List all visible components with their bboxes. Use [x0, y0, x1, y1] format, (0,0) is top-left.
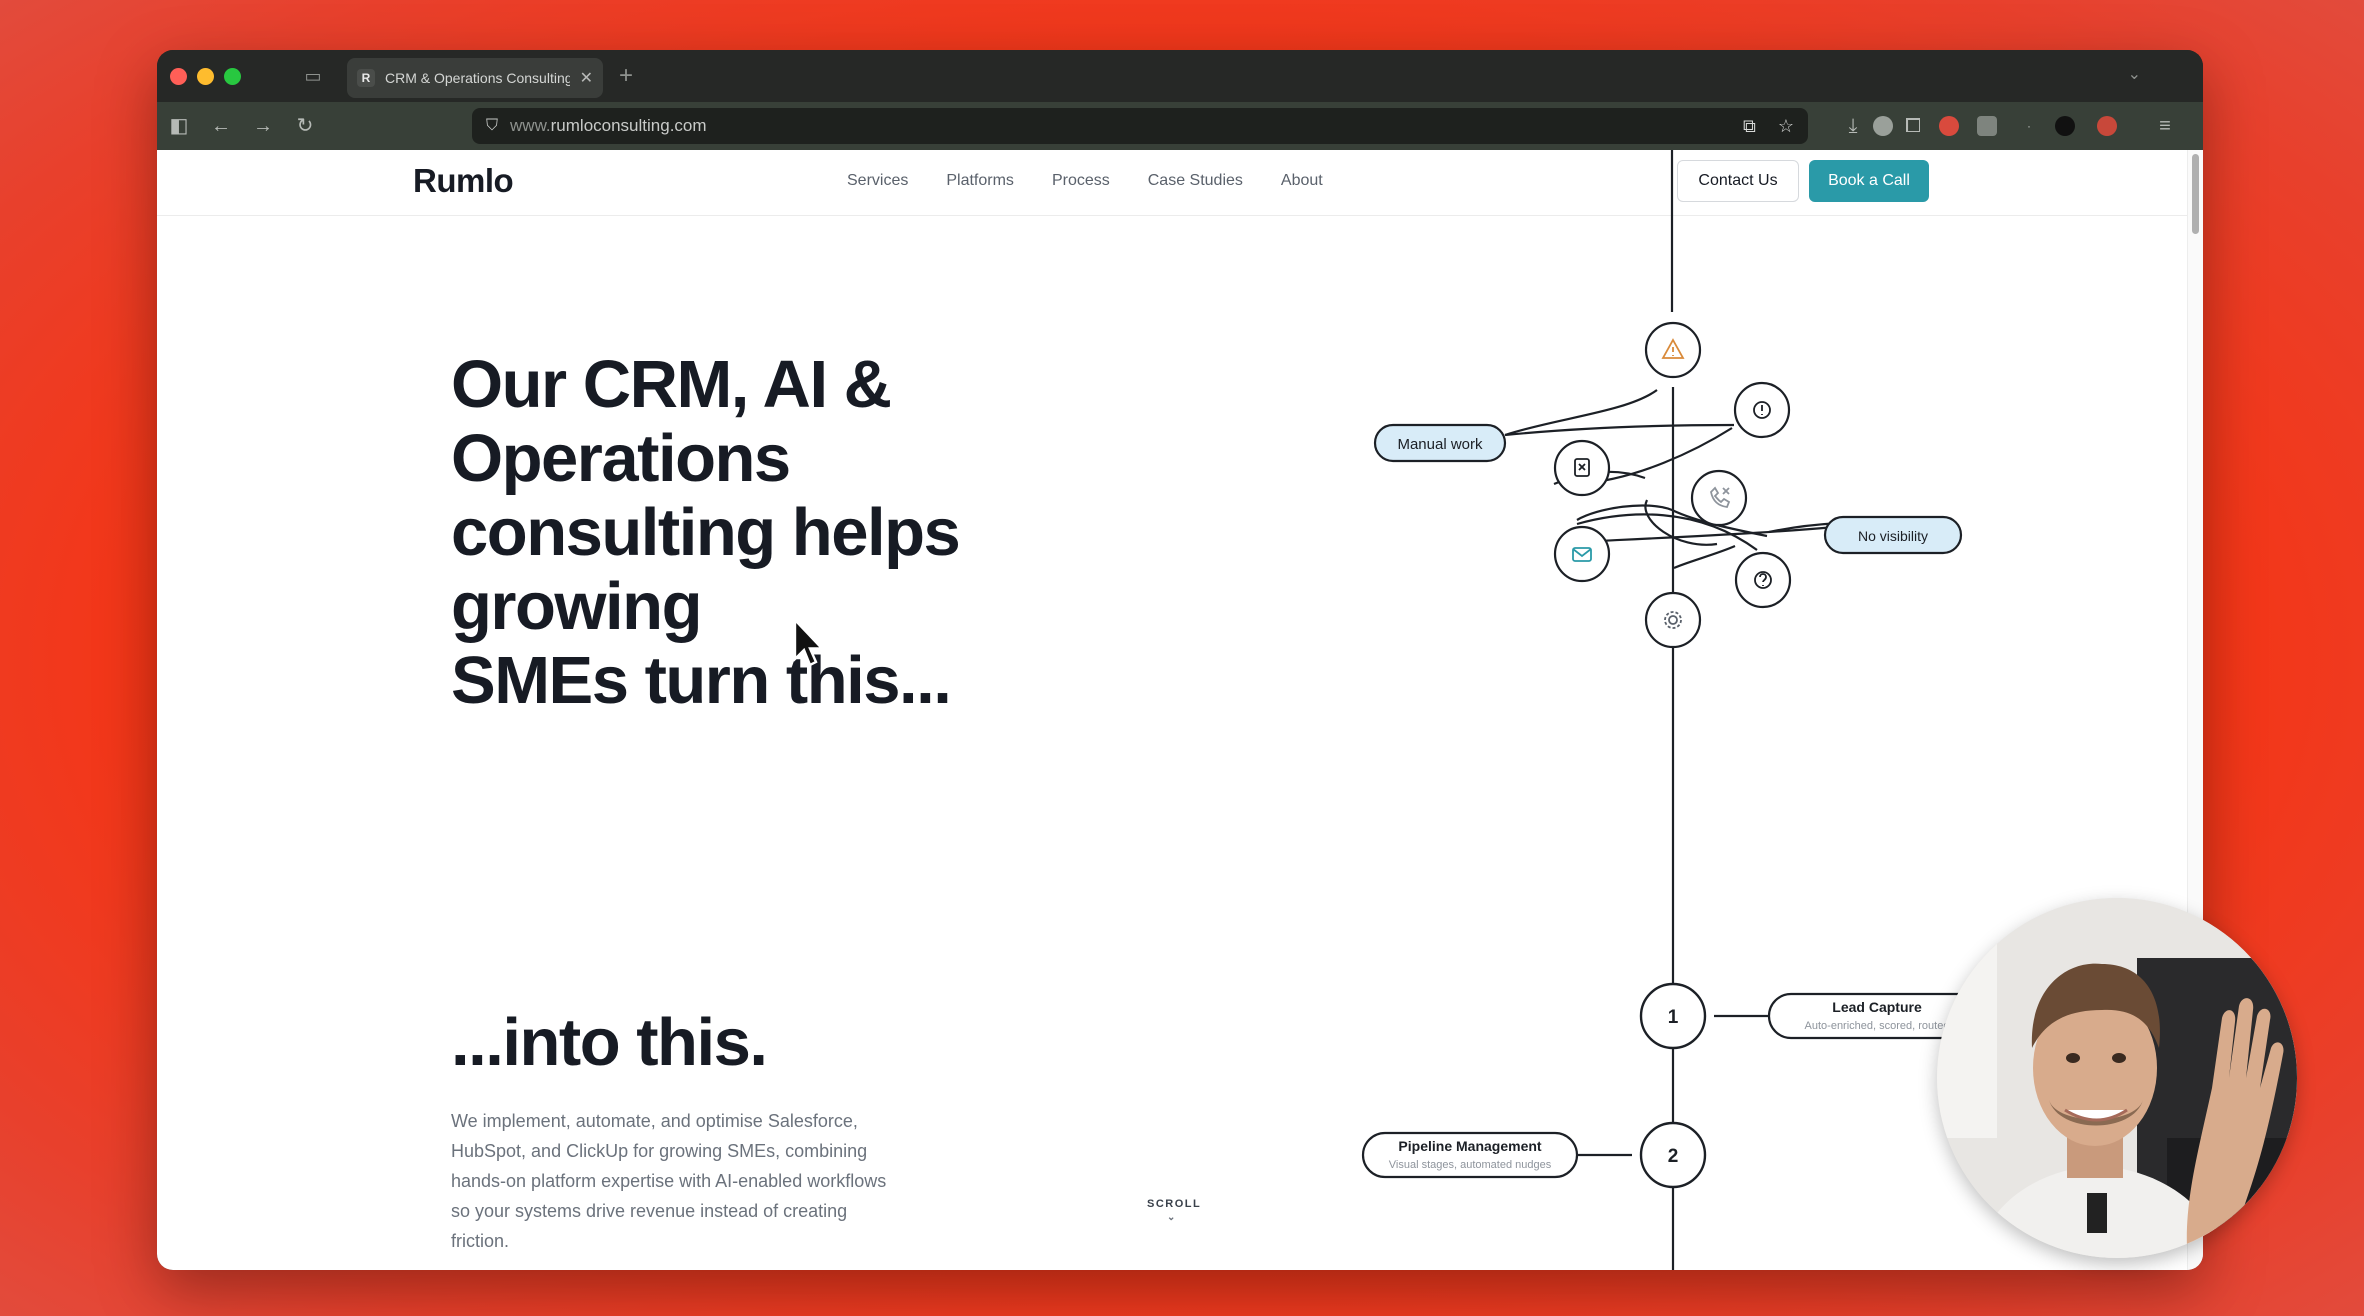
- tag-label: No visibility: [1858, 528, 1928, 544]
- reload-icon[interactable]: ↻: [293, 114, 317, 138]
- tab-overview-icon[interactable]: ▭: [302, 65, 324, 87]
- presenter-webcam: [1937, 898, 2297, 1258]
- step-pipeline-management: 2 Pipeline Management Visual stages, aut…: [1361, 1121, 1707, 1189]
- mail-icon: [1553, 525, 1611, 583]
- web-page: Rumlo Services Platforms Process Case St…: [157, 150, 2203, 1270]
- step-title: Pipeline Management: [1398, 1138, 1541, 1154]
- workflow-diagram: Manual work No visibility 1 Lead Capture…: [1361, 150, 1987, 1270]
- tab-strip: ▭ R CRM & Operations Consulting for ✕ + …: [157, 50, 2203, 102]
- step-subtitle: Auto-enriched, scored, routed: [1805, 1020, 1950, 1032]
- menu-icon[interactable]: ≡: [2153, 114, 2177, 138]
- close-tab-icon[interactable]: ✕: [580, 68, 593, 88]
- extensions-puzzle-icon[interactable]: ⧠: [1901, 114, 1925, 138]
- picture-in-picture-icon[interactable]: ⧉: [1743, 116, 1756, 137]
- account-icon[interactable]: [1873, 116, 1893, 136]
- step-number: 1: [1668, 1007, 1679, 1028]
- download-icon[interactable]: ⤓: [1841, 114, 1865, 138]
- mouse-cursor-icon: [793, 616, 825, 667]
- tab-title: CRM & Operations Consulting for: [385, 70, 570, 86]
- phone-missed-icon: [1690, 469, 1748, 527]
- close-window-button[interactable]: [170, 68, 187, 85]
- browser-window: ▭ R CRM & Operations Consulting for ✕ + …: [157, 50, 2203, 1270]
- scrollbar-thumb[interactable]: [2192, 154, 2199, 234]
- extension-dark-icon[interactable]: [2055, 116, 2075, 136]
- step-number: 2: [1668, 1146, 1679, 1167]
- zoom-window-button[interactable]: [224, 68, 241, 85]
- tag-manual-work: Manual work: [1373, 423, 1507, 463]
- tag-label: Manual work: [1397, 436, 1483, 453]
- address-bar[interactable]: ⛉ www.rumloconsulting.com ⧉ ☆: [472, 108, 1808, 144]
- step-lead-capture: 1 Lead Capture Auto-enriched, scored, ro…: [1639, 982, 1987, 1050]
- shield-icon: ⛉: [486, 117, 499, 134]
- forward-arrow-icon[interactable]: →: [251, 114, 275, 138]
- url-prefix: www.: [510, 116, 551, 135]
- extension-badge-icon[interactable]: [1939, 116, 1959, 136]
- url-text[interactable]: www.rumloconsulting.com: [510, 116, 1721, 136]
- extension-red-icon[interactable]: [2097, 116, 2117, 136]
- tab-rumlo[interactable]: R CRM & Operations Consulting for ✕: [347, 58, 603, 98]
- tag-no-visibility: No visibility: [1823, 515, 1963, 555]
- step-title: Lead Capture: [1832, 999, 1922, 1015]
- minimize-window-button[interactable]: [197, 68, 214, 85]
- extension-dot-icon[interactable]: ·: [2017, 114, 2041, 138]
- navigation-toolbar: ◧ ← → ↻ ⛉ www.rumloconsulting.com ⧉ ☆ ⤓ …: [157, 102, 2203, 150]
- url-domain: rumloconsulting.com: [550, 116, 707, 135]
- back-arrow-icon[interactable]: ←: [209, 114, 233, 138]
- favicon: R: [357, 69, 375, 87]
- new-tab-button[interactable]: +: [619, 62, 633, 90]
- question-icon: [1734, 551, 1792, 609]
- tab-list-chevron-icon[interactable]: ⌄: [2128, 64, 2141, 84]
- presenter-video-frame: [1937, 898, 2297, 1258]
- gear-icon: [1644, 591, 1702, 649]
- extension-icon[interactable]: [1977, 116, 1997, 136]
- step-subtitle: Visual stages, automated nudges: [1389, 1159, 1552, 1171]
- bookmark-star-icon[interactable]: ☆: [1778, 116, 1794, 137]
- sidebar-toggle-icon[interactable]: ◧: [167, 114, 191, 138]
